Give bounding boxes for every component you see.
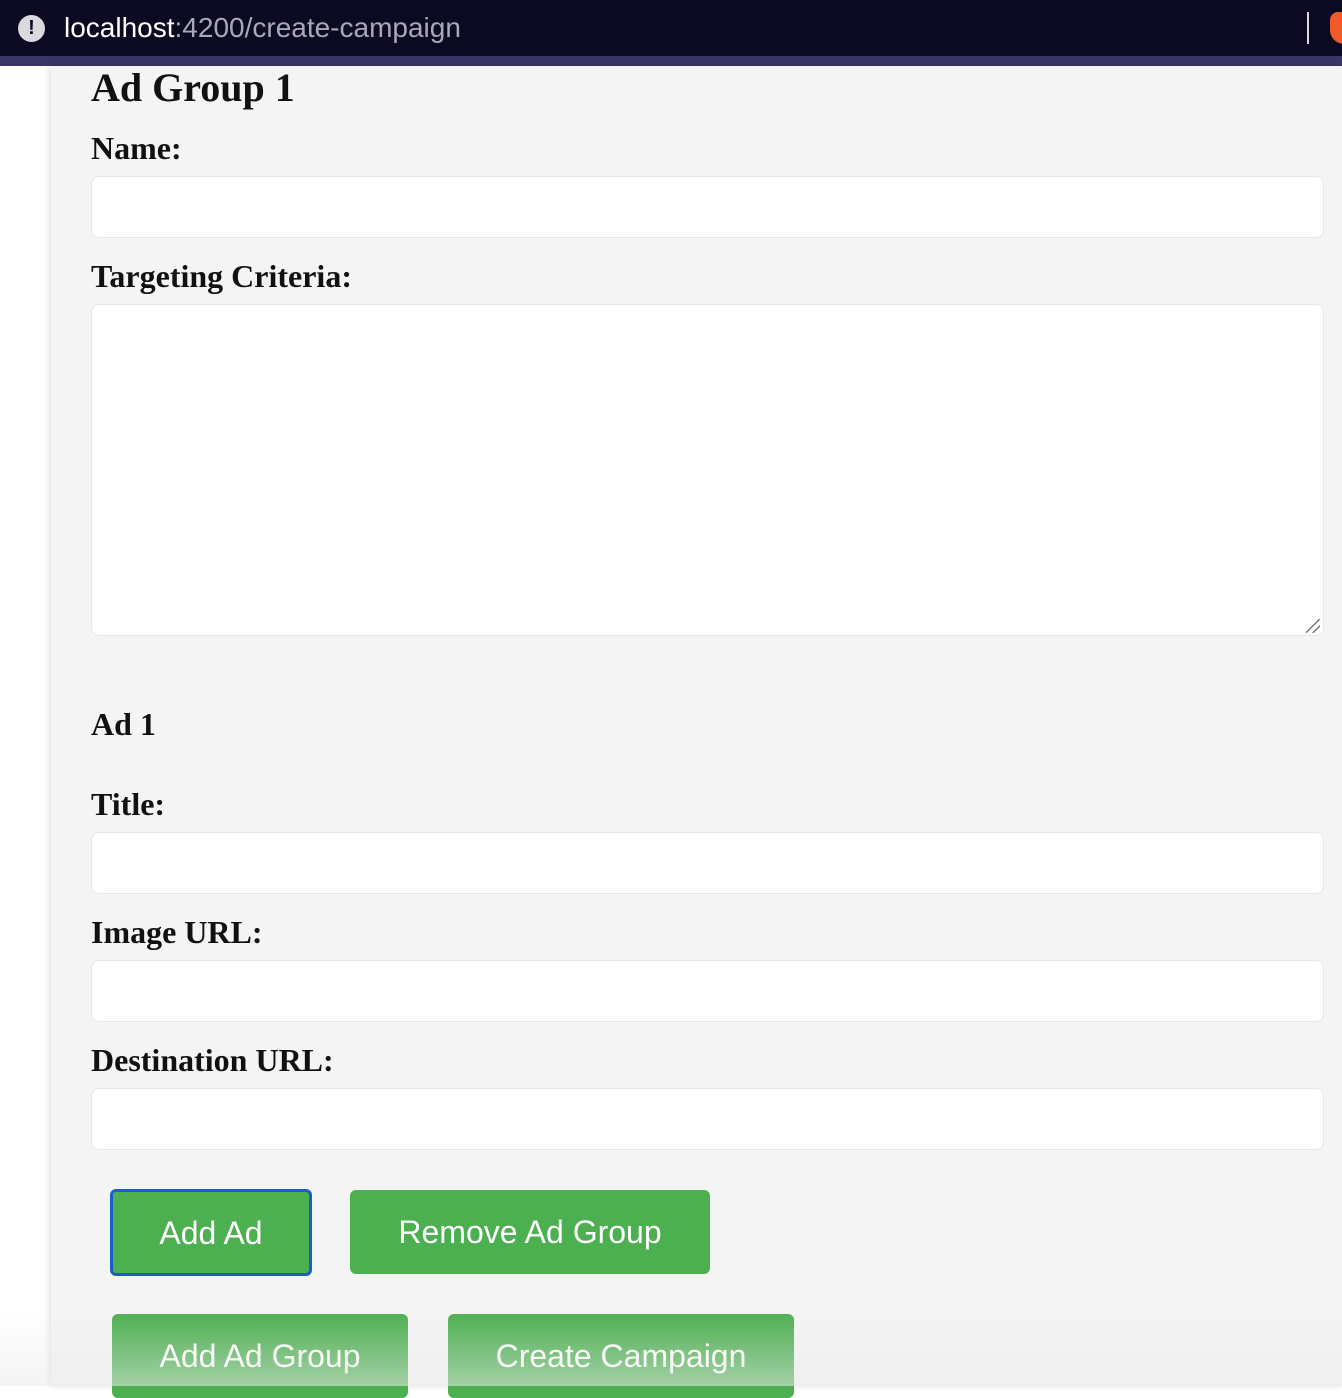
add-ad-button[interactable]: Add Ad (110, 1189, 312, 1276)
info-icon[interactable]: ! (18, 15, 45, 42)
url-host: localhost (64, 12, 175, 43)
targeting-criteria-textarea[interactable] (91, 304, 1324, 636)
url-path: :4200/create-campaign (174, 12, 461, 43)
remove-ad-group-button[interactable]: Remove Ad Group (350, 1190, 710, 1274)
ad-title-label: Title: (91, 786, 166, 822)
brave-shield-icon[interactable] (1330, 12, 1342, 44)
toolbar-divider (1307, 12, 1309, 44)
add-ad-group-button[interactable]: Add Ad Group (112, 1314, 408, 1398)
ad-title-input[interactable] (91, 832, 1324, 894)
ad-group-heading: Ad Group 1 (91, 65, 295, 110)
resize-handle-icon[interactable] (1306, 619, 1320, 633)
page-body: Ad Group 1 Name: Targeting Criteria: Ad … (0, 65, 1342, 1398)
destination-url-label: Destination URL: (91, 1042, 334, 1078)
image-url-label: Image URL: (91, 914, 263, 950)
url-field[interactable]: localhost:4200/create-campaign (64, 12, 461, 44)
destination-url-input[interactable] (91, 1088, 1324, 1150)
browser-address-bar: ! localhost:4200/create-campaign (0, 0, 1342, 56)
ad-group-name-input[interactable] (91, 176, 1324, 238)
targeting-criteria-label: Targeting Criteria: (91, 258, 352, 294)
ad-heading: Ad 1 (91, 706, 156, 742)
create-campaign-button[interactable]: Create Campaign (448, 1314, 794, 1398)
ad-group-name-label: Name: (91, 130, 182, 166)
image-url-input[interactable] (91, 960, 1324, 1022)
